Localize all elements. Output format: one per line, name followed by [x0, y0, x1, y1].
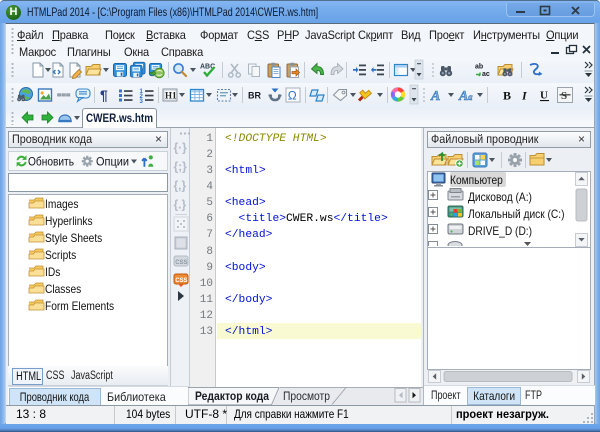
svg-text:B: B — [503, 89, 511, 103]
svg-text:I: I — [521, 89, 528, 103]
svg-text:H1: H1 — [165, 91, 177, 101]
svg-text:{.}: {.} — [174, 198, 187, 212]
svg-text:3: 3 — [140, 99, 144, 105]
svg-text:A: A — [458, 89, 468, 104]
svg-text:CSS: CSS — [175, 260, 187, 266]
svg-text:A: A — [430, 89, 440, 104]
svg-text:Обновить: Обновить — [28, 155, 74, 169]
svg-text:ac: ac — [482, 71, 490, 78]
svg-text:S: S — [561, 90, 567, 102]
svg-text:U: U — [540, 90, 548, 102]
svg-text:CSS: CSS — [175, 278, 187, 284]
svg-text:Ω: Ω — [288, 89, 297, 103]
svg-text:Опции: Опции — [96, 155, 129, 169]
svg-text:{,}: {,} — [174, 179, 187, 193]
svg-text:{;}: {;} — [174, 160, 188, 174]
svg-text:Просмотр: Просмотр — [283, 389, 330, 403]
svg-text:¶: ¶ — [100, 87, 108, 103]
svg-text:{·}: {·} — [174, 141, 188, 155]
svg-text:BR: BR — [248, 91, 261, 102]
svg-text:a: a — [468, 92, 473, 102]
svg-text:Редактор кода: Редактор кода — [195, 389, 269, 403]
svg-text:ab: ab — [475, 64, 483, 71]
